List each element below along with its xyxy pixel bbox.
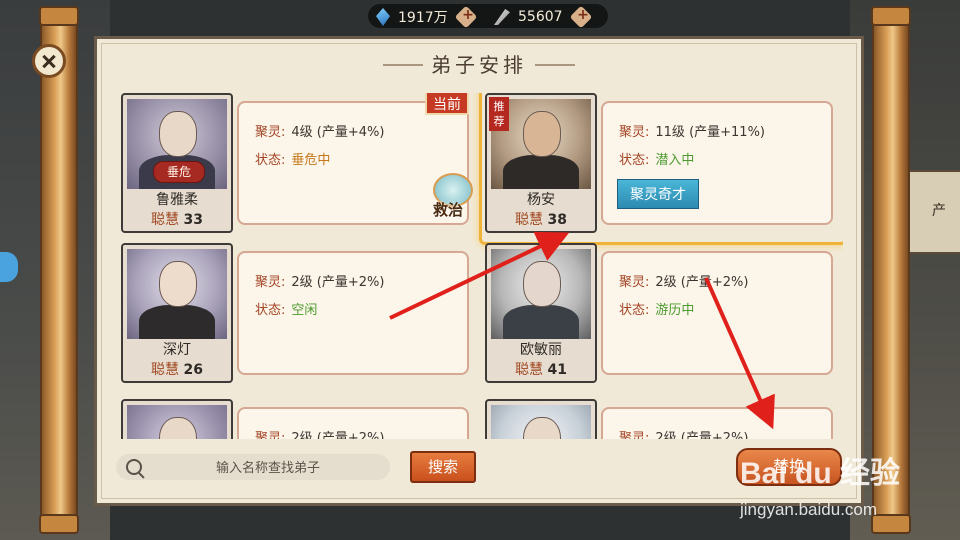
current-badge: 当前 bbox=[425, 93, 469, 115]
jade-resource: 1917万 bbox=[376, 5, 477, 29]
jade-count: 1917万 bbox=[398, 10, 448, 26]
feather-count: 55607 bbox=[518, 9, 563, 25]
disciple-portrait[interactable] bbox=[485, 399, 597, 439]
disciple-info: 聚灵: 2级 (产量+2%) 状态: 游历中 bbox=[601, 251, 833, 375]
disciple-card[interactable]: 欧敏丽 聪慧 41 聚灵: 2级 (产量+2%) 状态: 游历中 bbox=[485, 243, 835, 383]
watermark-url: jingyan.baidu.com bbox=[740, 500, 878, 519]
recommend-badge: 推荐 bbox=[489, 97, 509, 131]
close-icon[interactable] bbox=[32, 44, 66, 78]
spirit-level: 4级 (产量+4%) bbox=[291, 125, 385, 140]
disciple-portrait[interactable]: 深灯 聪慧 26 bbox=[121, 243, 233, 383]
add-jade-icon[interactable] bbox=[454, 5, 477, 29]
add-feather-icon[interactable] bbox=[569, 5, 592, 29]
disciple-name: 欧敏丽 bbox=[520, 342, 562, 358]
disciple-list[interactable]: 垂危 鲁雅柔 聪慧 33 聚灵: 4级 (产量+4%) 状态: 垂危中 当前 救治 … bbox=[121, 93, 843, 439]
disciple-info: 聚灵: 2级 (产量+2%) bbox=[237, 407, 469, 439]
disciple-info: 聚灵: 2级 (产量+2%) bbox=[601, 407, 833, 439]
spirit-level: 11级 (产量+11%) bbox=[655, 125, 765, 140]
spirit-level: 2级 (产量+2%) bbox=[655, 431, 749, 439]
avatar bbox=[127, 405, 227, 439]
disciple-panel: 弟子安排 垂危 鲁雅柔 聪慧 33 聚灵: 4级 (产量+4%) 状态: 垂危中 当… bbox=[94, 36, 864, 506]
search-icon bbox=[126, 459, 142, 475]
side-panel-label: 产 bbox=[932, 203, 946, 219]
disciple-portrait[interactable] bbox=[121, 399, 233, 439]
danger-badge: 垂危 bbox=[153, 161, 205, 183]
disciple-name: 深灯 bbox=[163, 342, 191, 358]
disciple-card[interactable]: 聚灵: 2级 (产量+2%) bbox=[121, 399, 471, 439]
disciple-portrait[interactable]: 垂危 鲁雅柔 聪慧 33 bbox=[121, 93, 233, 233]
disciple-portrait[interactable]: 推荐 杨安 聪慧 38 bbox=[485, 93, 597, 233]
status-value: 垂危中 bbox=[291, 153, 331, 168]
skill-tag-button[interactable]: 聚灵奇才 bbox=[617, 179, 699, 209]
disciple-card[interactable]: 深灯 聪慧 26 聚灵: 2级 (产量+2%) 状态: 空闲 bbox=[121, 243, 471, 383]
spirit-level: 2级 (产量+2%) bbox=[655, 275, 749, 290]
avatar bbox=[491, 405, 591, 439]
disciple-name: 杨安 bbox=[527, 192, 555, 208]
disciple-info: 聚灵: 11级 (产量+11%) 状态: 潜入中 聚灵奇才 bbox=[601, 101, 833, 225]
page-title: 弟子安排 bbox=[383, 47, 575, 80]
avatar bbox=[491, 249, 591, 339]
disciple-wisdom: 聪慧 38 bbox=[515, 212, 567, 228]
disciple-wisdom: 聪慧 41 bbox=[515, 362, 567, 378]
avatar bbox=[127, 249, 227, 339]
disciple-portrait[interactable]: 欧敏丽 聪慧 41 bbox=[485, 243, 597, 383]
resource-bar: 1917万 55607 bbox=[368, 4, 608, 29]
side-chat-bubble[interactable] bbox=[0, 252, 18, 282]
disciple-info: 聚灵: 2级 (产量+2%) 状态: 空闲 bbox=[237, 251, 469, 375]
search-box[interactable] bbox=[116, 454, 390, 482]
disciple-wisdom: 聪慧 33 bbox=[151, 212, 203, 228]
scroll-rod-left bbox=[39, 6, 79, 534]
feather-icon bbox=[494, 9, 510, 25]
search-input[interactable] bbox=[156, 454, 380, 482]
search-button[interactable]: 搜索 bbox=[410, 451, 476, 483]
disciple-card[interactable]: 垂危 鲁雅柔 聪慧 33 聚灵: 4级 (产量+4%) 状态: 垂危中 当前 救治 bbox=[121, 93, 473, 233]
status-value: 潜入中 bbox=[655, 153, 695, 168]
feather-resource: 55607 bbox=[494, 5, 592, 29]
watermark: Bai du 经验 jingyan.baidu.com bbox=[730, 448, 960, 540]
disciple-card-selected[interactable]: 推荐 杨安 聪慧 38 聚灵: 11级 (产量+11%) 状态: 潜入中 聚灵奇才 bbox=[479, 93, 843, 245]
spirit-level: 2级 (产量+2%) bbox=[291, 431, 385, 439]
spirit-level: 2级 (产量+2%) bbox=[291, 275, 385, 290]
status-value: 游历中 bbox=[655, 303, 695, 318]
disciple-card[interactable]: 聚灵: 2级 (产量+2%) bbox=[485, 399, 835, 439]
rescue-button[interactable]: 救治 bbox=[429, 173, 475, 219]
jade-icon bbox=[376, 8, 390, 26]
watermark-logo: Bai du 经验 bbox=[740, 457, 901, 490]
disciple-wisdom: 聪慧 26 bbox=[151, 362, 203, 378]
disciple-name: 鲁雅柔 bbox=[156, 192, 198, 208]
status-value: 空闲 bbox=[291, 303, 318, 318]
